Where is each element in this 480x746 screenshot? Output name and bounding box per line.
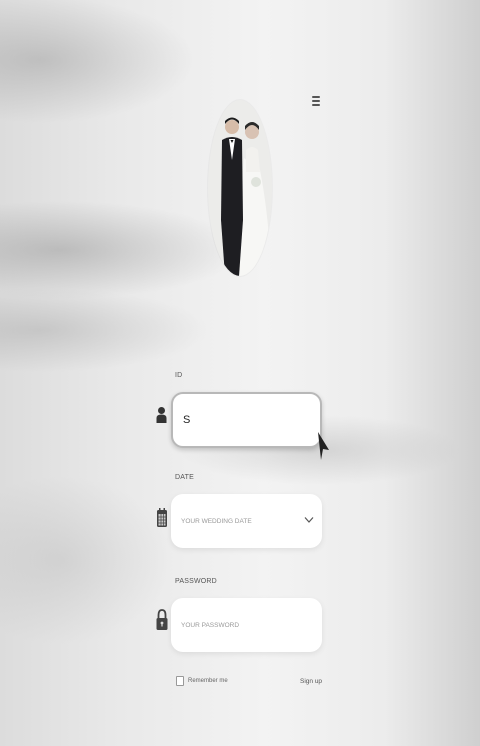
id-label: ID	[175, 372, 183, 379]
password-field[interactable]	[171, 598, 322, 652]
date-input[interactable]	[171, 494, 322, 548]
signup-link[interactable]: Sign up	[300, 678, 322, 685]
date-label: DATE	[175, 474, 194, 481]
remember-me[interactable]: Remember me	[176, 676, 228, 686]
password-label: PASSWORD	[175, 578, 217, 585]
id-input[interactable]	[173, 394, 320, 446]
cursor-icon	[316, 432, 330, 467]
avatar	[208, 100, 272, 276]
couple-photo	[208, 100, 272, 276]
lock-icon	[156, 609, 168, 636]
remember-label: Remember me	[188, 678, 228, 684]
user-icon	[156, 406, 167, 429]
password-input[interactable]	[171, 598, 322, 652]
chevron-down-icon[interactable]	[304, 516, 314, 524]
menu-icon[interactable]	[310, 94, 322, 112]
calendar-icon	[156, 508, 168, 533]
date-field[interactable]	[171, 494, 322, 548]
id-field[interactable]	[171, 392, 322, 448]
remember-checkbox[interactable]	[176, 676, 184, 686]
